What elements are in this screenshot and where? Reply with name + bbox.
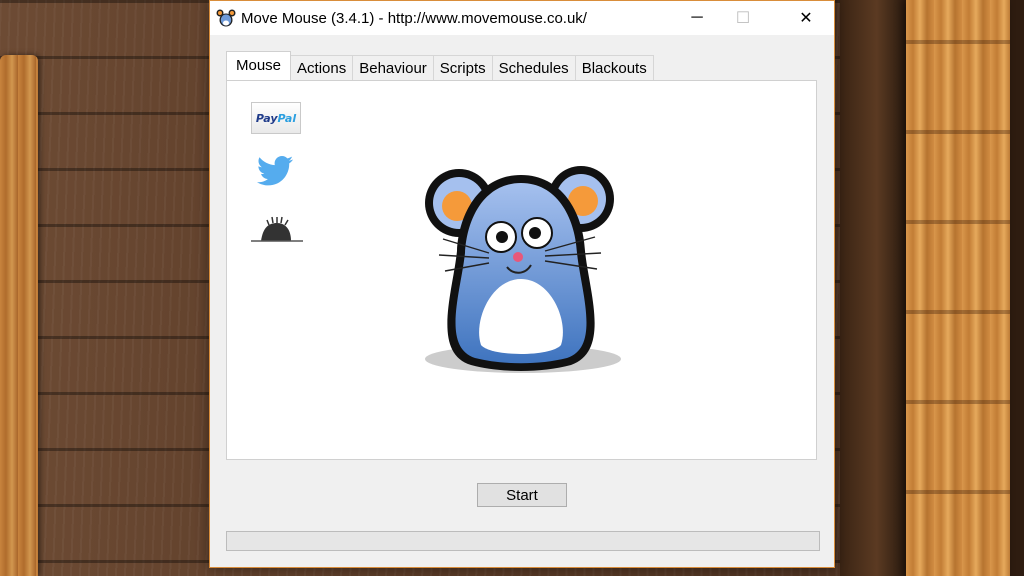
tab-strip: Mouse Actions Behaviour Scripts Schedule…	[226, 51, 654, 80]
paypal-icon[interactable]: Pay Pal	[251, 102, 301, 134]
window-title: Move Mouse (3.4.1) - http://www.movemous…	[241, 10, 587, 27]
tab-behaviour[interactable]: Behaviour	[352, 55, 434, 80]
paypal-text-pay: Pay	[255, 111, 278, 125]
wood-board-right	[906, 0, 1010, 576]
mouse-tab-panel: Pay Pal	[226, 80, 817, 460]
tab-actions[interactable]: Actions	[290, 55, 354, 80]
tab-blackouts[interactable]: Blackouts	[574, 55, 654, 80]
mouse-app-icon	[216, 9, 236, 27]
start-button[interactable]: Start	[477, 483, 567, 507]
minimize-button[interactable]: ─	[674, 1, 720, 35]
maximize-button[interactable]: ☐	[720, 1, 766, 35]
title-bar[interactable]: Move Mouse (3.4.1) - http://www.movemous…	[210, 1, 834, 35]
paypal-text-pal: Pal	[277, 111, 297, 125]
close-button[interactable]: ✕	[783, 1, 829, 35]
progress-bar	[226, 531, 820, 551]
move-mouse-window: Move Mouse (3.4.1) - http://www.movemous…	[209, 0, 835, 568]
close-icon: ✕	[799, 10, 813, 27]
mouse-mascot	[425, 166, 621, 373]
molehill-icon[interactable]	[251, 215, 303, 243]
tab-scripts[interactable]: Scripts	[432, 55, 493, 80]
twitter-bird-icon[interactable]	[255, 154, 295, 190]
tab-mouse[interactable]: Mouse	[226, 51, 292, 80]
maximize-icon: ☐	[735, 10, 751, 27]
minimize-icon: ─	[691, 9, 703, 26]
wood-board-left	[0, 55, 38, 576]
tab-schedules[interactable]: Schedules	[491, 55, 576, 80]
